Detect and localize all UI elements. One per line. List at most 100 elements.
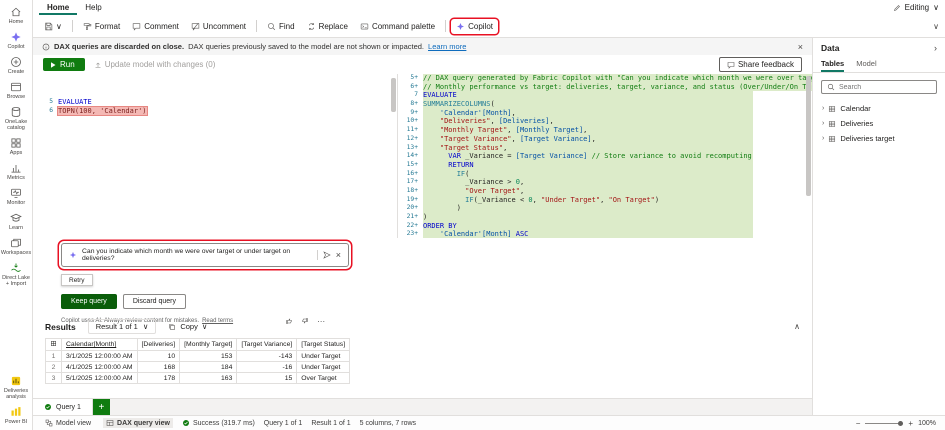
update-model-button[interactable]: Update model with changes (0) [94,60,216,69]
learn-icon [10,212,22,224]
copilot-suggested-query-pane[interactable]: 5+// DAX query generated by Fabric Copil… [398,74,812,238]
code-line-6[interactable]: 6+// Monthly performance vs target: deli… [398,83,812,92]
sidebar-item-metrics[interactable]: Metrics [0,159,33,184]
table-cell: 184 [180,362,237,373]
toolbar-divider [72,20,73,32]
line-number: 15+ [398,161,423,170]
code-line-17[interactable]: 17+ _Variance > 0, [398,178,812,187]
scrollbar[interactable] [806,76,811,196]
code-line-12[interactable]: 12+ "Target Variance", [Target Variance]… [398,135,812,144]
code-line-13[interactable]: 13+ "Target Status", [398,144,812,153]
toolbar-button-find[interactable]: Find [262,19,300,34]
sidebar-item-create[interactable]: Create [0,53,33,78]
toolbar-button-format[interactable]: Format [78,19,125,34]
query-tab[interactable]: Query 1 [33,399,93,415]
code-line-15[interactable]: 15+ RETURN [398,161,812,170]
code-line-5[interactable]: 5+// DAX query generated by Fabric Copil… [398,74,812,83]
toolbar-button-uncomment[interactable]: Uncomment [186,19,251,34]
code-line-22[interactable]: 22+ORDER BY [398,222,812,231]
close-icon[interactable]: × [336,250,341,260]
tree-item-deliveries-target[interactable]: ›Deliveries target [813,131,945,146]
run-button[interactable]: Run [43,58,85,71]
sidebar-item-home[interactable]: Home [0,3,33,28]
home-icon [10,6,22,18]
toolbar-button-copilot[interactable]: Copilot [451,19,498,34]
results-section: Results Result 1 of 1 ∨ Copy ∨ ∧ Calenda… [33,318,812,398]
sidebar-item-direct-lake-import[interactable]: Direct Lake + Import [0,259,33,290]
results-collapse-icon[interactable]: ∧ [794,322,800,331]
toolbar-button-comment[interactable]: Comment [127,19,184,34]
copy-button[interactable]: Copy ∨ [168,322,207,331]
dax-editor[interactable]: 5EVALUATE6TOPN(100, 'Calendar') 5+// DAX… [33,74,812,238]
menu-tab-home[interactable]: Home [39,0,77,15]
sidebar-item-deliveries-analysis[interactable]: Deliveries analysis [0,372,33,403]
scrollbar[interactable] [391,78,396,112]
sidebar-item-copilot[interactable]: Copilot [0,28,33,53]
chevron-right-icon[interactable]: › [822,120,824,127]
model-view-button[interactable]: Model view [42,418,94,428]
save-dropdown-button[interactable]: ∨ [39,19,67,34]
sidebar-item-power-bi[interactable]: Power BI [0,403,33,428]
column-header-calendar-month[interactable]: Calendar[Month] [62,339,138,351]
share-feedback-button[interactable]: Share feedback [719,57,802,72]
menu-tab-help[interactable]: Help [77,0,109,15]
data-search-box[interactable] [821,80,937,94]
code-line-21[interactable]: 21+) [398,213,812,222]
keep-query-button[interactable]: Keep query [61,294,117,309]
tree-item-calendar[interactable]: ›Calendar [813,101,945,116]
code-line-9[interactable]: 9+ 'Calendar'[Month], [398,109,812,118]
code-line-20[interactable]: 20+ ) [398,204,812,213]
code-line-14[interactable]: 14+ VAR _Variance = [Target Variance] //… [398,152,812,161]
editing-mode-dropdown[interactable]: Editing ∨ [893,3,939,12]
column-header-deliveries[interactable]: [Deliveries] [137,339,180,351]
code-line-8[interactable]: 8+SUMMARIZECOLUMNS( [398,100,812,109]
tab-model[interactable]: Model [856,56,876,72]
current-query-pane[interactable]: 5EVALUATE6TOPN(100, 'Calendar') [33,74,398,238]
retry-button[interactable]: Retry [61,274,93,286]
table-row[interactable]: 24/1/2025 12:00:00 AM168184-16Under Targ… [46,362,350,373]
code-line-11[interactable]: 11+ "Monthly Target", [Monthly Target], [398,126,812,135]
search-input[interactable] [839,84,931,91]
code-line-19[interactable]: 19+ IF(_Variance < 0, "Under Target", "O… [398,196,812,205]
column-header-monthly-target[interactable]: [Monthly Target] [180,339,237,351]
code-line-6[interactable]: 6TOPN(100, 'Calendar') [33,107,397,116]
send-icon[interactable] [323,251,331,259]
column-header-target-status[interactable]: [Target Status] [297,339,350,351]
sidebar-item-monitor[interactable]: Monitor [0,184,33,209]
sidebar-item-workspaces[interactable]: Workspaces [0,234,33,259]
zoom-in-icon[interactable]: + [908,419,913,428]
sidebar-item-onelake-catalog[interactable]: OneLake catalog [0,103,33,134]
panel-collapse-icon[interactable]: › [934,43,937,53]
tree-item-deliveries[interactable]: ›Deliveries [813,116,945,131]
code-line-23[interactable]: 23+ 'Calendar'[Month] ASC [398,230,812,238]
new-query-button[interactable]: + [93,399,110,415]
zoom-slider[interactable] [865,423,903,424]
toolbar-button-replace[interactable]: Replace [302,19,353,34]
chevron-right-icon[interactable]: › [822,135,824,142]
ribbon-collapse-icon[interactable]: ∨ [933,22,939,31]
learn-more-link[interactable]: Learn more [428,42,466,51]
code-line-16[interactable]: 16+ IF( [398,170,812,179]
sidebar-item-apps[interactable]: Apps [0,134,33,159]
sidebar-item-learn[interactable]: Learn [0,209,33,234]
tab-tables[interactable]: Tables [821,56,844,72]
result-selector-dropdown[interactable]: Result 1 of 1 ∨ [88,319,157,334]
banner-close-icon[interactable]: × [798,42,803,52]
code-line-5[interactable]: 5EVALUATE [33,98,397,107]
code-line-7[interactable]: 7EVALUATE [398,91,812,100]
chevron-right-icon[interactable]: › [822,105,824,112]
copilot-prompt-box[interactable]: Can you indicate which month we were ove… [61,243,349,267]
code-line-10[interactable]: 10+ "Deliveries", [Deliveries], [398,117,812,126]
toolbar-button-command-palette[interactable]: Command palette [355,19,440,34]
zoom-out-icon[interactable]: − [856,419,861,428]
results-table[interactable]: Calendar[Month][Deliveries][Monthly Targ… [45,338,350,384]
discard-query-button[interactable]: Discard query [123,294,186,309]
row-number: 1 [46,351,62,362]
zoom-slider-thumb[interactable] [898,421,903,426]
code-line-18[interactable]: 18+ "Over Target", [398,187,812,196]
table-row[interactable]: 13/1/2025 12:00:00 AM10153-143Under Targ… [46,351,350,362]
sidebar-item-browse[interactable]: Browse [0,78,33,103]
table-row[interactable]: 35/1/2025 12:00:00 AM17816315Over Target [46,373,350,384]
dax-query-view-button[interactable]: DAX query view [103,418,173,428]
column-header-target-variance[interactable]: [Target Variance] [237,339,297,351]
